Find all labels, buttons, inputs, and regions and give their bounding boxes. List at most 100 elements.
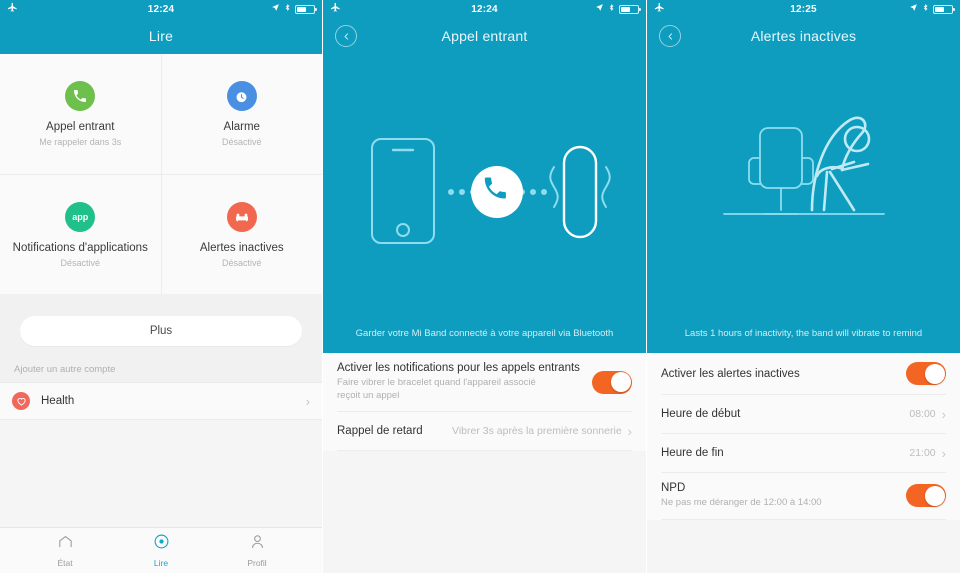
row-title: Heure de début (661, 408, 741, 420)
feature-cell-notifications[interactable]: app Notifications d'applications Désacti… (0, 175, 161, 294)
chevron-left-icon (342, 28, 351, 44)
row-title: NPD (661, 482, 686, 494)
row-subtitle: Ne pas me déranger de 12:00 à 14:00 (661, 497, 822, 508)
tab-lire[interactable]: Lire (136, 533, 186, 568)
hero-illustration-section: Garder votre Mi Band connecté à votre ap… (323, 54, 646, 353)
toggle-incoming-call-notifications[interactable] (592, 370, 632, 394)
feature-title: Notifications d'applications (12, 241, 148, 254)
three-screen-comparison: 12:24 Lire Appel entrant Me rappeler dan… (0, 0, 960, 573)
nav-bar: Appel entrant (323, 18, 646, 54)
tab-etat[interactable]: État (40, 533, 90, 568)
status-bar: 12:24 (0, 0, 322, 18)
hero-illustration-section: Lasts 1 hours of inactivity, the band wi… (647, 54, 960, 353)
chevron-right-icon: › (305, 393, 310, 409)
feature-cell-appel-entrant[interactable]: Appel entrant Me rappeler dans 3s (0, 54, 161, 174)
row-title: Activer les alertes inactives (661, 367, 800, 380)
page-title: Alertes inactives (750, 28, 857, 44)
hero-caption: Lasts 1 hours of inactivity, the band wi… (684, 328, 923, 339)
divider (337, 450, 632, 452)
chevron-right-icon: › (941, 445, 946, 461)
chevron-left-icon (666, 28, 675, 44)
divider (661, 518, 946, 520)
row-end-time[interactable]: Heure de fin 21:00 › (647, 434, 960, 472)
toggle-inactivity-alerts[interactable] (906, 362, 946, 385)
feature-grid-row: Appel entrant Me rappeler dans 3s Alarme… (0, 54, 322, 174)
health-heart-icon (12, 392, 30, 410)
row-texts: NPD Ne pas me déranger de 12:00 à 14:00 (661, 482, 822, 510)
tab-bar: État Lire Profil (0, 527, 322, 573)
divider (0, 294, 322, 304)
feature-subtitle: Désactivé (221, 137, 262, 147)
screen-appel-entrant: 12:24 Appel entrant Garder votre Mi Band… (322, 0, 646, 573)
tab-label: État (57, 558, 73, 568)
tab-profil[interactable]: Profil (232, 533, 282, 568)
account-name: Health (41, 395, 75, 407)
row-enable-incoming-call-notifications[interactable]: Activer les notifications pour les appel… (323, 353, 646, 411)
row-value: 21:00 (909, 447, 936, 459)
battery-icon (295, 4, 317, 14)
status-bar: 12:25 (647, 0, 960, 18)
row-enable-inactivity-alerts[interactable]: Activer les alertes inactives (647, 353, 960, 394)
feature-cell-alarme[interactable]: Alarme Désactivé (160, 54, 322, 174)
app-badge-icon: app (65, 201, 96, 232)
list-item-health[interactable]: Health › (0, 382, 322, 420)
screen-lire: 12:24 Lire Appel entrant Me rappeler dan… (0, 0, 322, 573)
feature-grid: Appel entrant Me rappeler dans 3s Alarme… (0, 54, 322, 294)
toggle-dnd[interactable] (906, 484, 946, 508)
row-delayed-reminder[interactable]: Rappel de retard Vibrer 3s après la prem… (323, 412, 646, 450)
row-title: Activer les notifications pour les appel… (337, 362, 580, 374)
chevron-right-icon: › (627, 423, 632, 439)
chair-stretching-person-illustration (647, 54, 960, 328)
settings-list: Activer les alertes inactives Heure de d… (647, 353, 960, 520)
row-value: 08:00 (909, 408, 936, 420)
feature-title: Appel entrant (46, 121, 115, 133)
row-content: Activer les notifications pour les appel… (337, 353, 632, 411)
row-title: Rappel de retard (337, 425, 423, 438)
row-content: Activer les alertes inactives (661, 353, 946, 394)
home-icon (57, 533, 74, 555)
feature-cell-alertes-inactives[interactable]: Alertes inactives Désactivé (160, 175, 322, 294)
add-account-label: Ajouter un autre compte (0, 360, 322, 382)
phone-call-band-illustration (323, 54, 646, 328)
chevron-right-icon: › (941, 406, 946, 422)
row-dnd[interactable]: NPD Ne pas me déranger de 12:00 à 14:00 (647, 473, 960, 519)
nav-bar: Lire (0, 18, 322, 54)
status-time: 12:25 (790, 3, 817, 15)
row-title: Heure de fin (661, 447, 724, 459)
row-content: NPD Ne pas me déranger de 12:00 à 14:00 (661, 473, 946, 519)
battery-icon (933, 4, 955, 14)
more-button[interactable]: Plus (20, 316, 302, 346)
person-icon (249, 533, 266, 555)
phone-icon (65, 81, 96, 111)
status-bar: 12:24 (323, 0, 646, 18)
tab-label: Profil (247, 558, 267, 568)
target-icon (153, 533, 170, 555)
feature-subtitle: Désactivé (221, 257, 262, 268)
row-content: Heure de début 08:00 › (661, 398, 946, 431)
tab-label: Lire (153, 558, 169, 568)
row-content: Heure de fin 21:00 › (661, 437, 946, 470)
row-value: Vibrer 3s après la première sonnerie (452, 425, 622, 438)
feature-grid-row: app Notifications d'applications Désacti… (0, 174, 322, 294)
hero-caption: Garder votre Mi Band connecté à votre ap… (355, 328, 614, 339)
nav-bar: Alertes inactives (647, 18, 960, 54)
feature-subtitle: Désactivé (60, 257, 100, 268)
status-time: 12:24 (147, 3, 175, 15)
page-title: Lire (148, 28, 174, 44)
feature-title: Alertes inactives (199, 241, 284, 254)
row-start-time[interactable]: Heure de début 08:00 › (647, 395, 960, 433)
back-button[interactable] (335, 25, 357, 47)
alarm-clock-icon (226, 81, 257, 111)
feature-subtitle: Me rappeler dans 3s (39, 137, 122, 147)
more-section: Plus (0, 304, 322, 360)
status-time: 12:24 (471, 3, 498, 15)
page-title: Appel entrant (441, 28, 528, 44)
settings-list: Activer les notifications pour les appel… (323, 353, 646, 452)
feature-title: Alarme (223, 121, 260, 133)
sofa-icon (226, 201, 257, 232)
back-button[interactable] (659, 25, 681, 47)
battery-icon (619, 4, 641, 14)
row-content: Rappel de retard Vibrer 3s après la prem… (337, 415, 632, 448)
row-texts: Activer les notifications pour les appel… (337, 362, 580, 402)
row-subtitle: Faire vibrer le bracelet quand l'apparei… (337, 377, 536, 401)
